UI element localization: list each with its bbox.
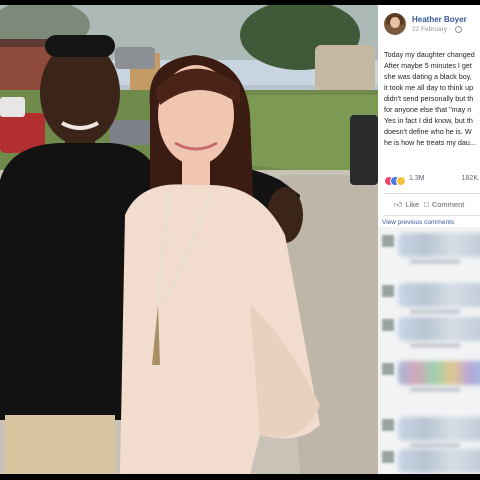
post-text-line: he is how he treats my dau... [384,138,476,147]
commenter-avatar[interactable] [382,419,394,431]
post-header: Heather Boyer 22 February · [384,13,480,43]
divider [384,215,480,216]
comment-actions [410,309,460,314]
post-date-text: 22 February · [412,26,453,34]
comment-label: Comment [431,200,465,209]
wow-reaction-icon [396,176,406,186]
comment-bubble[interactable] [398,233,480,257]
like-label: Like [405,200,420,209]
thumbs-up-icon: 👍︎ [394,200,403,209]
post-text-line: she was dating a black boy, [384,72,472,81]
screenshot-frame: Heather Boyer 22 February · Today my dau… [0,0,480,480]
post-actions: 👍︎ Like □ Comment [384,200,480,214]
view-previous-comments-link[interactable]: View previous comments [382,219,454,226]
commenter-avatar[interactable] [382,451,394,463]
post-photo[interactable] [0,5,378,474]
like-button[interactable]: 👍︎ Like [394,200,419,210]
post-text-line: Yes in fact I did know, but th [384,116,473,125]
divider [384,193,480,194]
comments-section [378,227,480,474]
post-text-line: Today my daughter changed [384,50,475,59]
globe-icon [454,26,462,33]
post-text: Today my daughter changed After maybe 5 … [384,49,480,148]
post-date[interactable]: 22 February · [412,26,462,33]
commenter-avatar[interactable] [382,235,394,247]
reaction-count[interactable]: 1.3M [409,175,425,182]
commenter-avatar[interactable] [382,285,394,297]
comment-actions [410,259,460,264]
comment-bubble[interactable] [398,283,480,307]
comment-actions [410,343,460,348]
comment-bubble[interactable] [398,417,480,441]
post-text-line: After maybe 5 minutes I get [384,61,472,70]
post-text-line: doesn't define who he is. W [384,127,472,136]
comment-button[interactable]: □ Comment [424,200,464,209]
comment-actions [410,387,460,392]
facebook-post-panel: Heather Boyer 22 February · Today my dau… [378,5,480,474]
comment-actions [410,443,460,448]
post-text-line: it took me all day to think up [384,83,474,92]
post-text-line: for anyone else that "may n [384,105,472,114]
comment-bubble[interactable] [398,449,480,473]
speech-bubble-icon: □ [424,200,429,209]
author-name[interactable]: Heather Boyer [412,15,467,24]
post-text-line: didn't send personally but th [384,94,474,103]
comment-bubble[interactable] [398,361,480,385]
reactions-bar[interactable]: 1.3M 182K [384,175,478,187]
commenter-avatar[interactable] [382,363,394,375]
share-count[interactable]: 182K [462,175,478,182]
author-avatar[interactable] [384,13,406,35]
comment-bubble[interactable] [398,317,480,341]
commenter-avatar[interactable] [382,319,394,331]
